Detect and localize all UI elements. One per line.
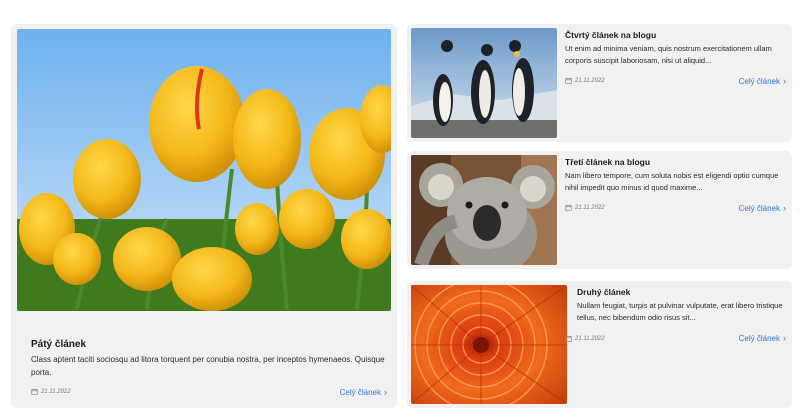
koala-photo[interactable] [411, 155, 557, 265]
date-text: 21.11.2022 [41, 388, 71, 395]
article-title[interactable]: Druhý článek [577, 287, 630, 297]
article-card-3[interactable]: Třetí článek na blogu Nam libero tempore… [407, 151, 792, 269]
date-text: 21.11.2022 [575, 204, 605, 211]
article-date: 21.11.2022 [565, 77, 605, 84]
date-text: 21.11.2022 [575, 335, 605, 342]
chevron-right-icon: › [783, 203, 786, 213]
article-date: 21.11.2022 [565, 335, 605, 342]
read-more-link[interactable]: Celý článek › [340, 387, 387, 397]
date-text: 21.11.2022 [575, 77, 605, 84]
article-date: 21.11.2022 [31, 388, 71, 395]
article-card-4[interactable]: Čtvrtý článek na blogu Ut enim ad minima… [407, 24, 792, 142]
calendar-icon [31, 388, 38, 395]
article-excerpt: Class aptent taciti sociosqu ad litora t… [31, 355, 385, 377]
article-excerpt: Nullam feugiat, turpis at pulvinar vulpu… [577, 301, 783, 322]
calendar-icon [565, 204, 572, 211]
article-title[interactable]: Třetí článek na blogu [565, 157, 650, 167]
read-more-label[interactable]: Celý článek [739, 77, 780, 86]
article-excerpt: Ut enim ad minima veniam, quis nostrum e… [565, 44, 772, 65]
calendar-icon [565, 335, 572, 342]
article-title[interactable]: Čtvrtý článek na blogu [565, 30, 656, 40]
article-title[interactable]: Pátý článek [31, 339, 86, 350]
chevron-right-icon: › [783, 76, 786, 86]
article-card-5[interactable]: Pátý článek Class aptent taciti sociosqu… [11, 24, 397, 408]
penguins-photo[interactable] [411, 28, 557, 138]
chrysanthemum-photo[interactable] [411, 285, 567, 404]
read-more-label[interactable]: Celý článek [739, 204, 780, 213]
read-more-label[interactable]: Celý článek [739, 334, 780, 343]
read-more-link[interactable]: Celý článek › [739, 333, 786, 343]
chevron-right-icon: › [783, 333, 786, 343]
article-card-2[interactable]: Druhý článek Nullam feugiat, turpis at p… [407, 281, 792, 408]
chevron-right-icon: › [384, 387, 387, 397]
article-date: 21.11.2022 [565, 204, 605, 211]
read-more-link[interactable]: Celý článek › [739, 76, 786, 86]
read-more-link[interactable]: Celý článek › [739, 203, 786, 213]
calendar-icon [565, 77, 572, 84]
tulips-photo[interactable] [17, 29, 391, 311]
article-excerpt: Nam libero tempore, cum soluta nobis est… [565, 171, 779, 192]
read-more-label[interactable]: Celý článek [340, 388, 381, 397]
